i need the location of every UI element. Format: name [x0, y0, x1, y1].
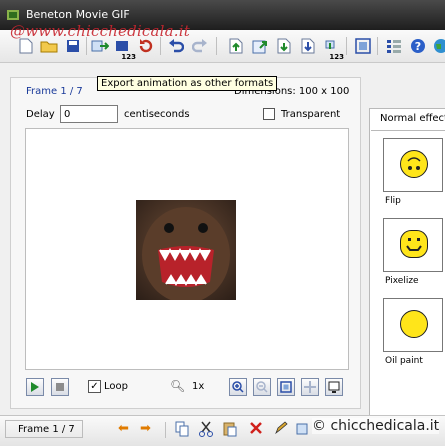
list-icon[interactable] [384, 36, 404, 56]
tab-normal-effects-label: Normal effects [380, 113, 445, 124]
status-frame-counter: Frame 1 / 7 [5, 420, 83, 438]
smiley-icon [400, 230, 428, 258]
previous-frame-icon[interactable]: ⬅ [118, 421, 129, 436]
badge-123: 123 [121, 53, 136, 61]
copy-icon[interactable] [175, 421, 189, 441]
window-title: Beneton Movie GIF [26, 8, 130, 21]
cut-icon[interactable] [199, 421, 213, 441]
delete-icon[interactable] [249, 421, 263, 439]
number-frames-icon[interactable]: 123 [320, 36, 344, 61]
play-button[interactable] [26, 378, 44, 396]
move-view-button[interactable] [301, 378, 319, 396]
app-icon [6, 8, 20, 22]
zoom-out-button[interactable] [253, 378, 271, 396]
preview-button[interactable] [325, 378, 343, 396]
effect-pixelize-label: Pixelize [385, 276, 419, 286]
loop-checkbox[interactable]: ✓ [88, 380, 101, 393]
frame-image [136, 200, 236, 300]
zoom-icon: 🔍︎ [170, 379, 186, 393]
toolbar-separator [377, 37, 378, 55]
effect-pixelize-thumb[interactable] [383, 218, 443, 272]
frame-counter-label: Frame 1 / 7 [26, 86, 83, 97]
effect-flip-label: Flip [385, 196, 401, 206]
edit-icon[interactable] [274, 421, 288, 439]
transparent-label: Transparent [281, 109, 341, 120]
effect-oil-paint-label: Oil paint [385, 356, 423, 366]
zoom-in-button[interactable] [229, 378, 247, 396]
watermark-top: @www.chicchedicala.it [10, 22, 190, 40]
toolbar-separator [346, 37, 347, 55]
help-icon[interactable]: ? [408, 36, 428, 56]
paste-icon[interactable] [223, 421, 237, 441]
fit-icon[interactable] [353, 36, 373, 56]
delay-label: Delay [26, 109, 55, 120]
move-frame-icon[interactable] [298, 36, 318, 56]
import-frame-icon[interactable] [250, 36, 270, 56]
transparent-checkbox[interactable] [263, 108, 275, 120]
toolbar-separator [216, 37, 217, 55]
delay-unit-label: centiseconds [124, 109, 190, 120]
smiley-icon [400, 310, 428, 338]
loop-label: Loop [104, 381, 128, 392]
svg-text:?: ? [415, 40, 421, 53]
insert-frame-icon[interactable] [226, 36, 246, 56]
redo-icon[interactable] [190, 36, 210, 56]
effect-oil-paint-thumb[interactable] [383, 298, 443, 352]
export-frame-icon[interactable] [274, 36, 294, 56]
stop-button[interactable] [51, 378, 69, 396]
tooltip: Export animation as other formats [97, 76, 278, 91]
statusbar-separator [165, 422, 166, 438]
smiley-icon [400, 150, 428, 178]
delay-input[interactable] [60, 105, 118, 123]
edit-frame-icon[interactable] [296, 421, 310, 439]
badge-123: 123 [329, 53, 344, 61]
effect-flip-thumb[interactable] [383, 138, 443, 192]
fit-view-button[interactable] [277, 378, 295, 396]
web-icon[interactable] [431, 36, 445, 56]
zoom-level: 1x [192, 381, 205, 392]
watermark-bottom: © chicchedicala.it [312, 418, 440, 434]
next-frame-icon[interactable]: ➡ [140, 421, 151, 436]
